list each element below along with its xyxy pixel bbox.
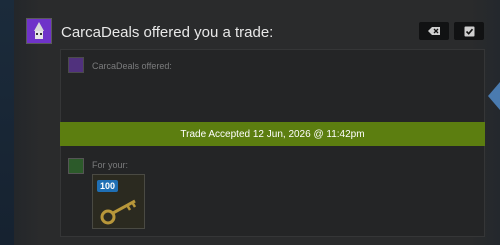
key-icon: [100, 199, 137, 225]
decline-icon: [428, 27, 440, 35]
for-your-label: For your:: [92, 160, 129, 170]
collapse-arrow-icon[interactable]: [488, 82, 500, 110]
left-sidebar-edge: [0, 0, 14, 245]
sender-small-avatar: [68, 57, 84, 73]
checkmark-icon: [464, 26, 474, 36]
sender-avatar[interactable]: [26, 18, 52, 44]
item-quantity-badge: 100: [97, 180, 119, 192]
recipient-small-avatar: [68, 158, 84, 174]
offered-label: CarcaDeals offered:: [92, 61, 172, 71]
accept-trade-button[interactable]: [454, 22, 484, 40]
trade-accepted-banner: Trade Accepted 12 Jun, 2026 @ 11:42pm: [60, 122, 485, 146]
trade-item-key[interactable]: 100: [92, 174, 145, 229]
wizard-avatar-icon: [34, 22, 44, 39]
trade-offer-header: CarcaDeals offered you a trade:: [61, 24, 274, 41]
decline-trade-button[interactable]: [419, 22, 449, 40]
trade-notification-panel: CarcaDeals offered you a trade: CarcaDea…: [0, 0, 500, 245]
